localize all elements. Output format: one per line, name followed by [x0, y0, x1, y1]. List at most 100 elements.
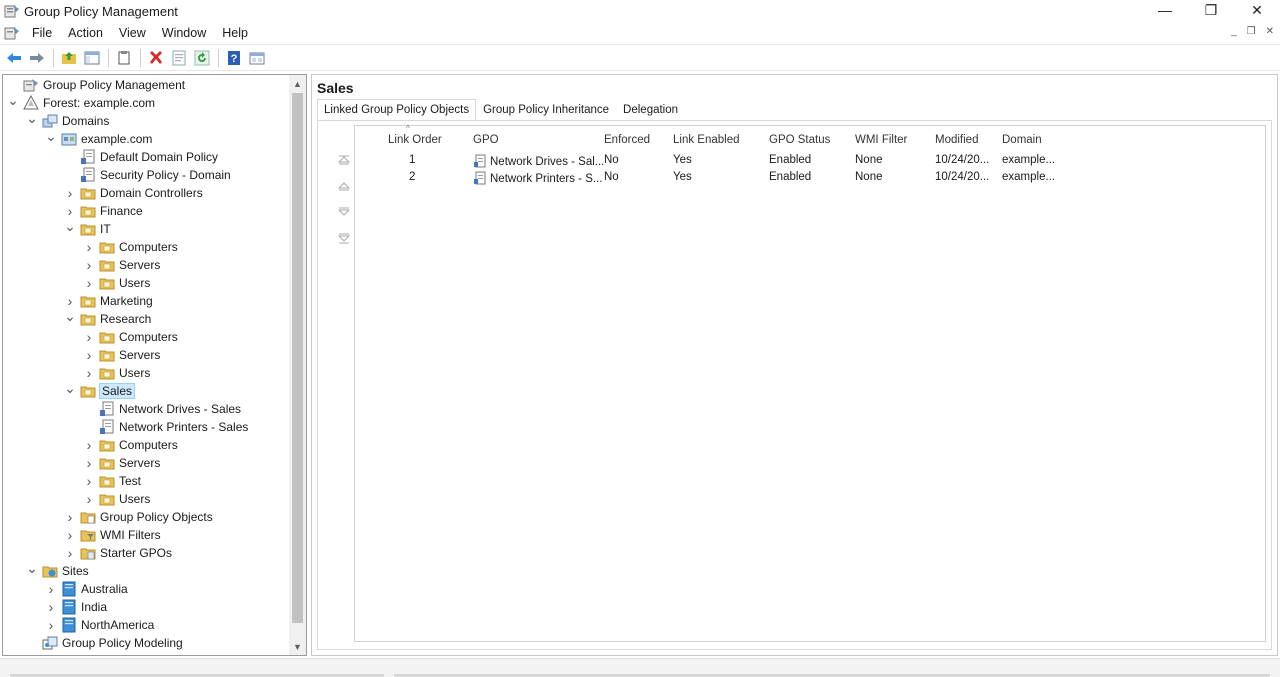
move-to-bottom-button[interactable]	[334, 229, 354, 247]
tree-item-network-printers-sales[interactable]: ›Network Printers - Sales	[83, 418, 248, 436]
chevron-down-icon[interactable]: ⌄	[64, 308, 76, 326]
tree-item-users[interactable]: › Users	[83, 274, 151, 292]
console-tree[interactable]: ›Group Policy Management⌄Forest: example…	[2, 74, 307, 656]
chevron-right-icon[interactable]: ›	[83, 328, 95, 346]
menu-file[interactable]: File	[24, 26, 60, 40]
chevron-right-icon[interactable]: ›	[83, 490, 95, 508]
chevron-right-icon[interactable]: ›	[64, 544, 76, 562]
tree-item-starter-gpos[interactable]: › Starter GPOs	[64, 544, 172, 562]
tree-item-computers[interactable]: › Computers	[83, 328, 178, 346]
tree-item-it[interactable]: ⌄ IT	[64, 218, 111, 238]
chevron-right-icon[interactable]: ›	[83, 472, 95, 490]
tree-item-users[interactable]: › Users	[83, 490, 151, 508]
chevron-right-icon[interactable]: ›	[83, 436, 95, 454]
chevron-right-icon[interactable]: ›	[83, 364, 95, 382]
move-down-button[interactable]	[334, 203, 354, 221]
table-row[interactable]: 1 Network Drives - Sal... No Yes Enabled…	[355, 152, 1265, 169]
tree-item-sites[interactable]: ⌄ Sites	[26, 560, 89, 580]
copy-button[interactable]	[113, 47, 135, 69]
col-wmi-filter[interactable]: WMI Filter	[855, 134, 907, 146]
tree-item-computers[interactable]: › Computers	[83, 238, 178, 256]
restore-button[interactable]: ❐	[1188, 0, 1234, 20]
chevron-right-icon[interactable]: ›	[45, 598, 57, 616]
tab-gp-inheritance[interactable]: Group Policy Inheritance	[476, 99, 616, 121]
help-button[interactable]: ?	[223, 47, 245, 69]
table-row[interactable]: 2 Network Printers - S... No Yes Enabled…	[355, 169, 1265, 186]
tree-item-northamerica[interactable]: › NorthAmerica	[45, 616, 155, 634]
menu-view[interactable]: View	[111, 26, 154, 40]
tree-item-servers[interactable]: › Servers	[83, 454, 161, 472]
tree-item-group-policy-management[interactable]: ›Group Policy Management	[7, 76, 185, 94]
col-link-order[interactable]: Link Order	[388, 134, 442, 146]
chevron-down-icon[interactable]: ⌄	[64, 218, 76, 236]
tree-item-servers[interactable]: › Servers	[83, 346, 161, 364]
menu-help[interactable]: Help	[214, 26, 256, 40]
mdi-minimize-button[interactable]: _	[1231, 26, 1237, 37]
scroll-down-arrow[interactable]: ▼	[289, 638, 306, 655]
refresh-button[interactable]	[191, 47, 213, 69]
chevron-down-icon[interactable]: ⌄	[64, 380, 76, 398]
tree-item-india[interactable]: › India	[45, 598, 107, 616]
mmc-view-button[interactable]	[246, 47, 268, 69]
chevron-right-icon[interactable]: ›	[83, 274, 95, 292]
minimize-button[interactable]: —	[1142, 0, 1188, 20]
tree-item-network-drives-sales[interactable]: ›Network Drives - Sales	[83, 400, 241, 418]
list-header: ^ Link Order GPO Enforced Link Enabled G…	[355, 124, 1265, 150]
move-to-top-button[interactable]	[334, 151, 354, 169]
chevron-right-icon[interactable]: ›	[64, 526, 76, 544]
mdi-restore-button[interactable]: ❐	[1247, 26, 1256, 37]
chevron-down-icon[interactable]: ⌄	[26, 110, 38, 128]
chevron-right-icon[interactable]: ›	[83, 346, 95, 364]
delete-button[interactable]	[145, 47, 167, 69]
chevron-right-icon[interactable]: ›	[45, 580, 57, 598]
tree-item-default-domain-policy[interactable]: ›Default Domain Policy	[64, 148, 218, 166]
show-hide-tree-button[interactable]	[81, 47, 103, 69]
tree-item-australia[interactable]: › Australia	[45, 580, 128, 598]
tree-item-wmi-filters[interactable]: › WMI Filters	[64, 526, 161, 544]
back-button[interactable]	[3, 47, 25, 69]
tree-item-computers[interactable]: › Computers	[83, 436, 178, 454]
menu-action[interactable]: Action	[60, 26, 111, 40]
col-gpo-status[interactable]: GPO Status	[769, 134, 830, 146]
scroll-thumb[interactable]	[292, 93, 303, 623]
col-modified[interactable]: Modified	[935, 134, 978, 146]
chevron-down-icon[interactable]: ⌄	[7, 92, 19, 110]
chevron-right-icon[interactable]: ›	[45, 616, 57, 634]
col-domain[interactable]: Domain	[1002, 134, 1042, 146]
tab-linked-gpos[interactable]: Linked Group Policy Objects	[317, 99, 477, 121]
tree-item-marketing[interactable]: › Marketing	[64, 292, 153, 310]
menu-window[interactable]: Window	[154, 26, 214, 40]
tree-scrollbar[interactable]: ▲ ▼	[289, 75, 306, 655]
tree-item-research[interactable]: ⌄ Research	[64, 308, 151, 328]
tree-item-group-policy-modeling[interactable]: ›Group Policy Modeling	[26, 634, 183, 652]
properties-button[interactable]	[168, 47, 190, 69]
move-up-button[interactable]	[334, 177, 354, 195]
tab-delegation[interactable]: Delegation	[616, 99, 685, 121]
tree-item-group-policy-objects[interactable]: › Group Policy Objects	[64, 508, 213, 526]
chevron-right-icon[interactable]: ›	[64, 508, 76, 526]
tree-item-domain-controllers[interactable]: › Domain Controllers	[64, 184, 203, 202]
tree-item-sales[interactable]: ⌄ Sales	[64, 380, 136, 400]
tree-item-servers[interactable]: › Servers	[83, 256, 161, 274]
scroll-up-arrow[interactable]: ▲	[289, 75, 306, 92]
tree-item-users[interactable]: › Users	[83, 364, 151, 382]
mmc-system-menu-icon[interactable]	[4, 25, 20, 41]
up-level-button[interactable]	[58, 47, 80, 69]
forward-button[interactable]	[26, 47, 48, 69]
chevron-right-icon[interactable]: ›	[64, 184, 76, 202]
chevron-down-icon[interactable]: ⌄	[45, 128, 57, 146]
col-link-enabled[interactable]: Link Enabled	[673, 134, 740, 146]
close-button[interactable]: ✕	[1234, 0, 1280, 20]
chevron-down-icon[interactable]: ⌄	[26, 560, 38, 578]
col-enforced[interactable]: Enforced	[604, 134, 650, 146]
chevron-right-icon[interactable]: ›	[83, 454, 95, 472]
mdi-close-button[interactable]: ✕	[1266, 26, 1274, 37]
chevron-right-icon[interactable]: ›	[83, 256, 95, 274]
chevron-right-icon[interactable]: ›	[83, 238, 95, 256]
tree-item-example-com[interactable]: ⌄ example.com	[45, 128, 152, 148]
linked-gpo-list[interactable]: ^ Link Order GPO Enforced Link Enabled G…	[354, 124, 1266, 642]
tree-item-test[interactable]: › Test	[83, 472, 141, 490]
col-gpo[interactable]: GPO	[473, 134, 499, 146]
tree-item-security-policy-domain[interactable]: ›Security Policy - Domain	[64, 166, 231, 184]
tree-item-domains[interactable]: ⌄ Domains	[26, 110, 109, 130]
